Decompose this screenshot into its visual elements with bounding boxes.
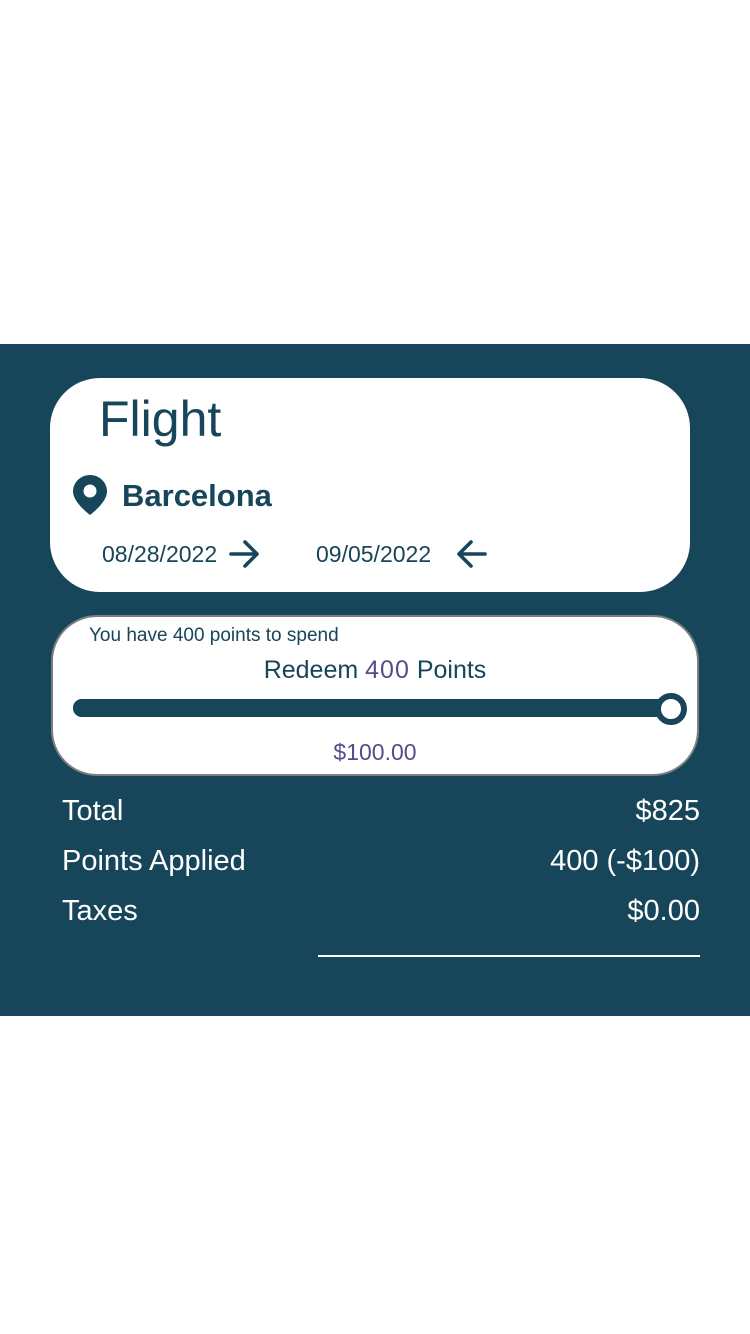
redeem-points-label: Redeem 400 Points <box>53 654 697 686</box>
points-available-text: You have 400 points to spend <box>89 625 339 646</box>
points-slider-track[interactable] <box>73 699 673 717</box>
summary-row-total: Total $825 <box>62 793 700 833</box>
flight-title: Flight <box>99 391 222 447</box>
points-slider-thumb[interactable] <box>655 693 687 725</box>
taxes-value: $0.00 <box>627 895 700 927</box>
arrow-left-icon <box>457 540 487 568</box>
redeem-prefix: Redeem <box>263 656 359 684</box>
depart-date[interactable]: 08/28/2022 <box>102 540 217 568</box>
total-value: $825 <box>635 795 700 827</box>
redeem-dollar-value: $100.00 <box>333 739 417 765</box>
taxes-label: Taxes <box>62 895 138 927</box>
return-date[interactable]: 09/05/2022 <box>316 540 431 568</box>
summary-row-points: Points Applied 400 (-$100) <box>62 843 700 883</box>
destination-city: Barcelona <box>122 478 272 513</box>
total-label: Total <box>62 795 124 827</box>
map-pin-icon <box>73 475 107 515</box>
redeem-suffix: Points <box>416 656 487 684</box>
points-slider-fill <box>73 699 673 717</box>
page: Flight Barcelona 08/28/2022 09/05/2022 Y… <box>0 0 750 1334</box>
summary-row-taxes: Taxes $0.00 <box>62 893 700 933</box>
arrow-right-icon <box>229 540 259 568</box>
redeem-points-value: 400 <box>365 656 410 684</box>
points-applied-label: Points Applied <box>62 845 246 877</box>
flight-card: Flight Barcelona 08/28/2022 09/05/2022 <box>50 378 690 592</box>
points-redeem-card: You have 400 points to spend Redeem 400 … <box>51 615 699 776</box>
booking-panel: Flight Barcelona 08/28/2022 09/05/2022 Y… <box>0 344 750 1016</box>
summary-divider <box>318 955 700 957</box>
points-applied-value: 400 (-$100) <box>550 845 700 877</box>
